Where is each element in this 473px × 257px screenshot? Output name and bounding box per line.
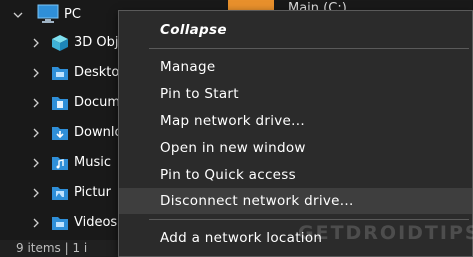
menu-item-label: Map network drive...	[160, 113, 305, 129]
menu-item-label: Pin to Start	[160, 86, 239, 102]
chevron-right-icon[interactable]	[30, 67, 42, 79]
nav-item-label: 3D Obj	[74, 35, 119, 50]
menu-item-label: Disconnect network drive...	[160, 193, 354, 209]
chevron-down-icon[interactable]	[12, 9, 24, 21]
nav-item-pictures[interactable]: Pictur	[0, 178, 130, 208]
menu-item-label: Collapse	[160, 22, 227, 38]
downloads-folder-icon	[52, 127, 68, 140]
chevron-right-icon[interactable]	[30, 37, 42, 49]
menu-separator	[149, 219, 469, 220]
music-folder-icon	[52, 157, 68, 170]
nav-item-music[interactable]: Music	[0, 148, 130, 178]
watermark: GETDROIDTIPS	[298, 222, 473, 244]
status-text: 9 items | 1 i	[16, 241, 88, 255]
menu-item-open-in-new-window[interactable]: Open in new window	[119, 135, 472, 161]
nav-item-downloads[interactable]: Downlo	[0, 118, 130, 148]
menu-item-map-network-drive[interactable]: Map network drive...	[119, 108, 472, 134]
menu-item-label: Pin to Quick access	[160, 167, 296, 183]
menu-item-collapse[interactable]: Collapse	[119, 17, 472, 43]
nav-item-label: PC	[64, 7, 81, 22]
menu-item-pin-to-quick-access[interactable]: Pin to Quick access	[119, 162, 472, 188]
menu-item-label: Manage	[160, 59, 216, 75]
nav-item-pc[interactable]: PC	[0, 0, 130, 30]
nav-item-label: Music	[74, 155, 111, 170]
menu-item-manage[interactable]: Manage	[119, 54, 472, 80]
navigation-pane: PC 3D Obj Deskto Docume Downlo Music Pic…	[0, 0, 130, 257]
nav-item-3d-objects[interactable]: 3D Obj	[0, 28, 130, 58]
chevron-right-icon[interactable]	[30, 97, 42, 109]
status-bar: 9 items | 1 i	[0, 240, 130, 257]
menu-item-label: Open in new window	[160, 140, 306, 156]
nav-item-documents[interactable]: Docume	[0, 88, 130, 118]
nav-item-label: Downlo	[74, 125, 123, 140]
nav-item-desktop[interactable]: Deskto	[0, 58, 130, 88]
nav-item-label: Videos	[74, 215, 118, 230]
documents-folder-icon	[52, 97, 68, 110]
3d-objects-icon	[52, 35, 68, 51]
chevron-right-icon[interactable]	[30, 217, 42, 229]
nav-item-videos[interactable]: Videos	[0, 208, 130, 238]
chevron-right-icon[interactable]	[30, 187, 42, 199]
chevron-right-icon[interactable]	[30, 157, 42, 169]
pictures-folder-icon	[52, 187, 68, 200]
menu-item-disconnect-network-drive[interactable]: Disconnect network drive...	[119, 188, 472, 214]
menu-separator	[149, 48, 469, 49]
videos-folder-icon	[52, 217, 68, 230]
nav-item-label: Deskto	[74, 65, 120, 80]
context-menu: Collapse Manage Pin to Start Map network…	[118, 10, 473, 257]
computer-icon	[37, 4, 59, 23]
chevron-right-icon[interactable]	[30, 127, 42, 139]
menu-item-pin-to-start[interactable]: Pin to Start	[119, 81, 472, 107]
nav-item-label: Pictur	[74, 185, 111, 200]
desktop-folder-icon	[52, 67, 68, 80]
